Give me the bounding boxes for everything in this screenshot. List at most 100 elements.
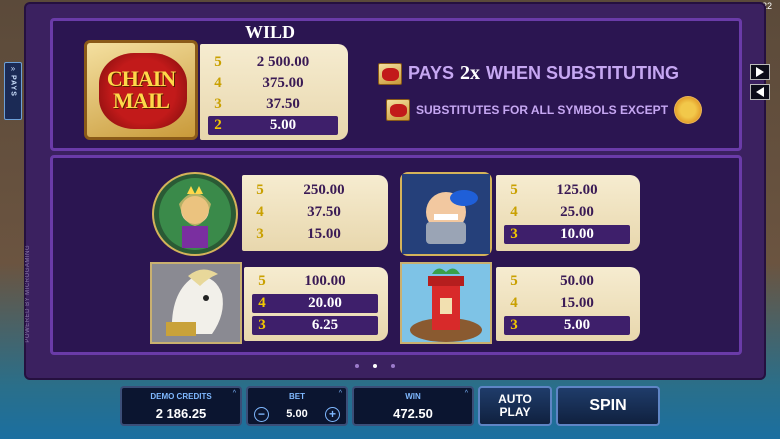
wild-title: WILD [244, 22, 295, 42]
pay-amount: 6.25 [311, 317, 339, 333]
pay-amount: 25.00 [560, 204, 594, 220]
pay-row: 5 250.00 [250, 181, 378, 200]
bet-control: BET ^ − 5.00 + [246, 386, 348, 426]
pay-count: 4 [214, 75, 222, 91]
next-page-button[interactable] [750, 64, 770, 80]
pays-suffix: WHEN SUBSTITUTING [486, 63, 680, 83]
pay-row: 4 37.50 [250, 203, 378, 222]
prev-page-button[interactable] [750, 84, 770, 100]
pay-count: 3 [510, 226, 518, 242]
pay-row-highlight: 3 6.25 [252, 316, 378, 335]
pays-multiplier-line: PAYS 2x WHEN SUBSTITUTING [378, 62, 679, 85]
credits-display: DEMO CREDITS ^ 2 186.25 [120, 386, 242, 426]
chain-mail-wild-symbol: CHAIN MAIL [84, 40, 198, 140]
pay-row-highlight: 2 5.00 [208, 116, 338, 135]
pay-amount: 15.00 [307, 226, 341, 242]
pay-row: 5 2 500.00 [208, 53, 338, 72]
princess-symbol [152, 172, 238, 256]
castle-tower-icon [402, 264, 490, 342]
bet-increase-button[interactable]: + [325, 407, 340, 422]
chevron-up-icon: ^ [464, 390, 468, 397]
pay-amount: 15.00 [560, 295, 594, 311]
pay-amount: 375.00 [262, 75, 304, 91]
pays-tab[interactable]: » PAYS [4, 62, 22, 120]
arrow-left-icon [756, 87, 764, 97]
pay-count: 3 [510, 317, 518, 333]
bet-label: BET [289, 392, 305, 401]
pay-amount: 20.00 [308, 295, 342, 311]
pay-row: 4 375.00 [208, 74, 338, 93]
chevron-up-icon: ^ [232, 390, 236, 397]
page-dot-active[interactable] [373, 364, 377, 368]
substitutes-text: SUBSTITUTES FOR ALL SYMBOLS EXCEPT [416, 103, 669, 117]
pays-multiplier: 2x [460, 62, 481, 84]
substitutes-line: SUBSTITUTES FOR ALL SYMBOLS EXCEPT [386, 96, 703, 124]
page-indicator [355, 364, 395, 368]
pay-row: 3 37.50 [208, 95, 338, 114]
pay-count: 3 [256, 226, 264, 242]
pay-amount: 250.00 [303, 182, 345, 198]
pay-count: 5 [214, 54, 222, 70]
pay-count: 3 [214, 96, 222, 112]
pay-amount: 10.00 [560, 226, 594, 242]
knight-icon [402, 174, 490, 254]
pay-row: 3 15.00 [250, 225, 378, 244]
logo-line-1: CHAIN [106, 66, 176, 91]
chain-mail-mini-icon [378, 62, 402, 85]
pay-count: 5 [258, 273, 266, 289]
autoplay-button[interactable]: AUTO PLAY [478, 386, 552, 426]
wild-pay-scroll: 5 2 500.00 4 375.00 3 37.50 2 5.00 [200, 44, 348, 140]
pay-count: 4 [256, 204, 264, 220]
pay-row-highlight: 4 20.00 [252, 294, 378, 313]
page-dot[interactable] [391, 364, 395, 368]
logo-line-2: MAIL [113, 88, 170, 113]
chain-mail-mini-icon [386, 99, 410, 121]
pay-row: 5 50.00 [504, 272, 630, 291]
pay-amount: 50.00 [560, 273, 594, 289]
credits-value: 2 186.25 [155, 406, 207, 421]
pay-amount: 37.50 [266, 96, 300, 112]
win-label: WIN [405, 392, 421, 401]
pay-row: 5 100.00 [252, 272, 378, 291]
pay-count: 5 [510, 273, 518, 289]
castle-tower-pay-scroll: 5 50.00 4 15.00 3 5.00 [496, 267, 640, 341]
princess-pay-scroll: 5 250.00 4 37.50 3 15.00 [242, 175, 388, 251]
pay-amount: 5.00 [269, 117, 297, 133]
autoplay-line-2: PLAY [499, 405, 531, 419]
powered-by-text: POWERED BY MICROGAMING [25, 245, 31, 343]
pay-amount: 2 500.00 [256, 54, 310, 70]
horse-icon [152, 264, 240, 342]
princess-icon [159, 178, 231, 250]
pay-row: 5 125.00 [504, 181, 630, 200]
pay-row: 4 15.00 [504, 294, 630, 313]
spin-button[interactable]: SPIN [556, 386, 660, 426]
pay-row-highlight: 3 10.00 [504, 225, 630, 244]
knight-symbol [400, 172, 492, 256]
pay-amount: 125.00 [556, 182, 598, 198]
credits-label: DEMO CREDITS [150, 392, 212, 401]
pay-row: 4 25.00 [504, 203, 630, 222]
scatter-symbol-icon [674, 96, 703, 124]
pay-row-highlight: 3 5.00 [504, 316, 630, 335]
horse-symbol [150, 262, 242, 344]
pay-count: 3 [258, 317, 266, 333]
win-value: 472.50 [393, 406, 433, 421]
pays-prefix: PAYS [408, 63, 455, 83]
castle-tower-symbol [400, 262, 492, 344]
horse-pay-scroll: 5 100.00 4 20.00 3 6.25 [244, 267, 388, 341]
knight-pay-scroll: 5 125.00 4 25.00 3 10.00 [496, 175, 640, 251]
pay-count: 4 [510, 295, 518, 311]
arrow-right-icon [756, 67, 764, 77]
chevron-right-icon: » [10, 64, 16, 73]
pay-amount: 5.00 [563, 317, 591, 333]
pay-amount: 100.00 [304, 273, 346, 289]
pay-count: 5 [256, 182, 264, 198]
win-display: WIN ^ 472.50 [352, 386, 474, 426]
pays-tab-label: PAYS [9, 75, 17, 97]
page-dot[interactable] [355, 364, 359, 368]
pay-count: 5 [510, 182, 518, 198]
chevron-up-icon[interactable]: ^ [339, 390, 342, 397]
pay-count: 2 [214, 117, 222, 133]
pay-count: 4 [258, 295, 266, 311]
spin-label: SPIN [589, 397, 627, 414]
